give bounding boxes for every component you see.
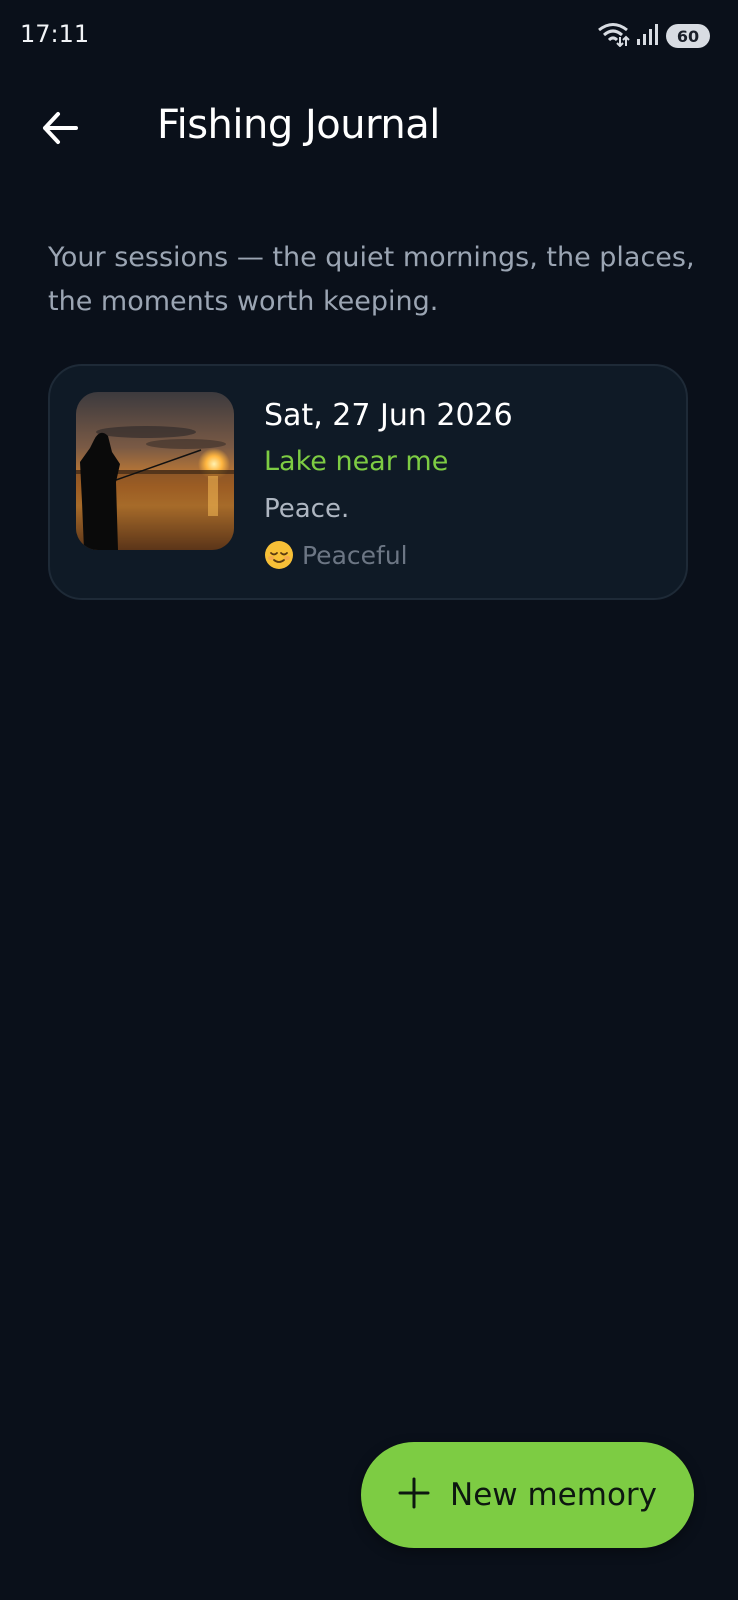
page-title: Fishing Journal xyxy=(157,102,440,148)
wifi-icon xyxy=(596,21,630,51)
session-mood-label: Peaceful xyxy=(302,540,408,570)
session-mood: Peaceful xyxy=(264,540,408,570)
battery-icon: 60 xyxy=(666,24,710,48)
session-location: Lake near me xyxy=(264,446,449,477)
status-time: 17:11 xyxy=(20,20,90,48)
status-bar: 17:11 60 xyxy=(0,0,738,70)
relieved-face-emoji-icon xyxy=(264,540,294,570)
back-button[interactable] xyxy=(30,100,90,160)
intro-text: Your sessions — the quiet mornings, the … xyxy=(48,242,695,317)
session-card[interactable]: Sat, 27 Jun 2026 Lake near me Peace. Pea… xyxy=(48,364,688,600)
new-memory-button[interactable]: New memory xyxy=(361,1442,694,1548)
arrow-left-icon xyxy=(40,108,80,152)
signal-icon xyxy=(636,22,660,50)
session-date: Sat, 27 Jun 2026 xyxy=(264,398,513,433)
session-photo xyxy=(76,392,234,550)
new-memory-label: New memory xyxy=(450,1477,657,1513)
status-icons: 60 xyxy=(596,22,710,50)
app-bar: Fishing Journal xyxy=(0,80,738,180)
session-note: Peace. xyxy=(264,494,350,524)
plus-icon xyxy=(398,1477,430,1513)
